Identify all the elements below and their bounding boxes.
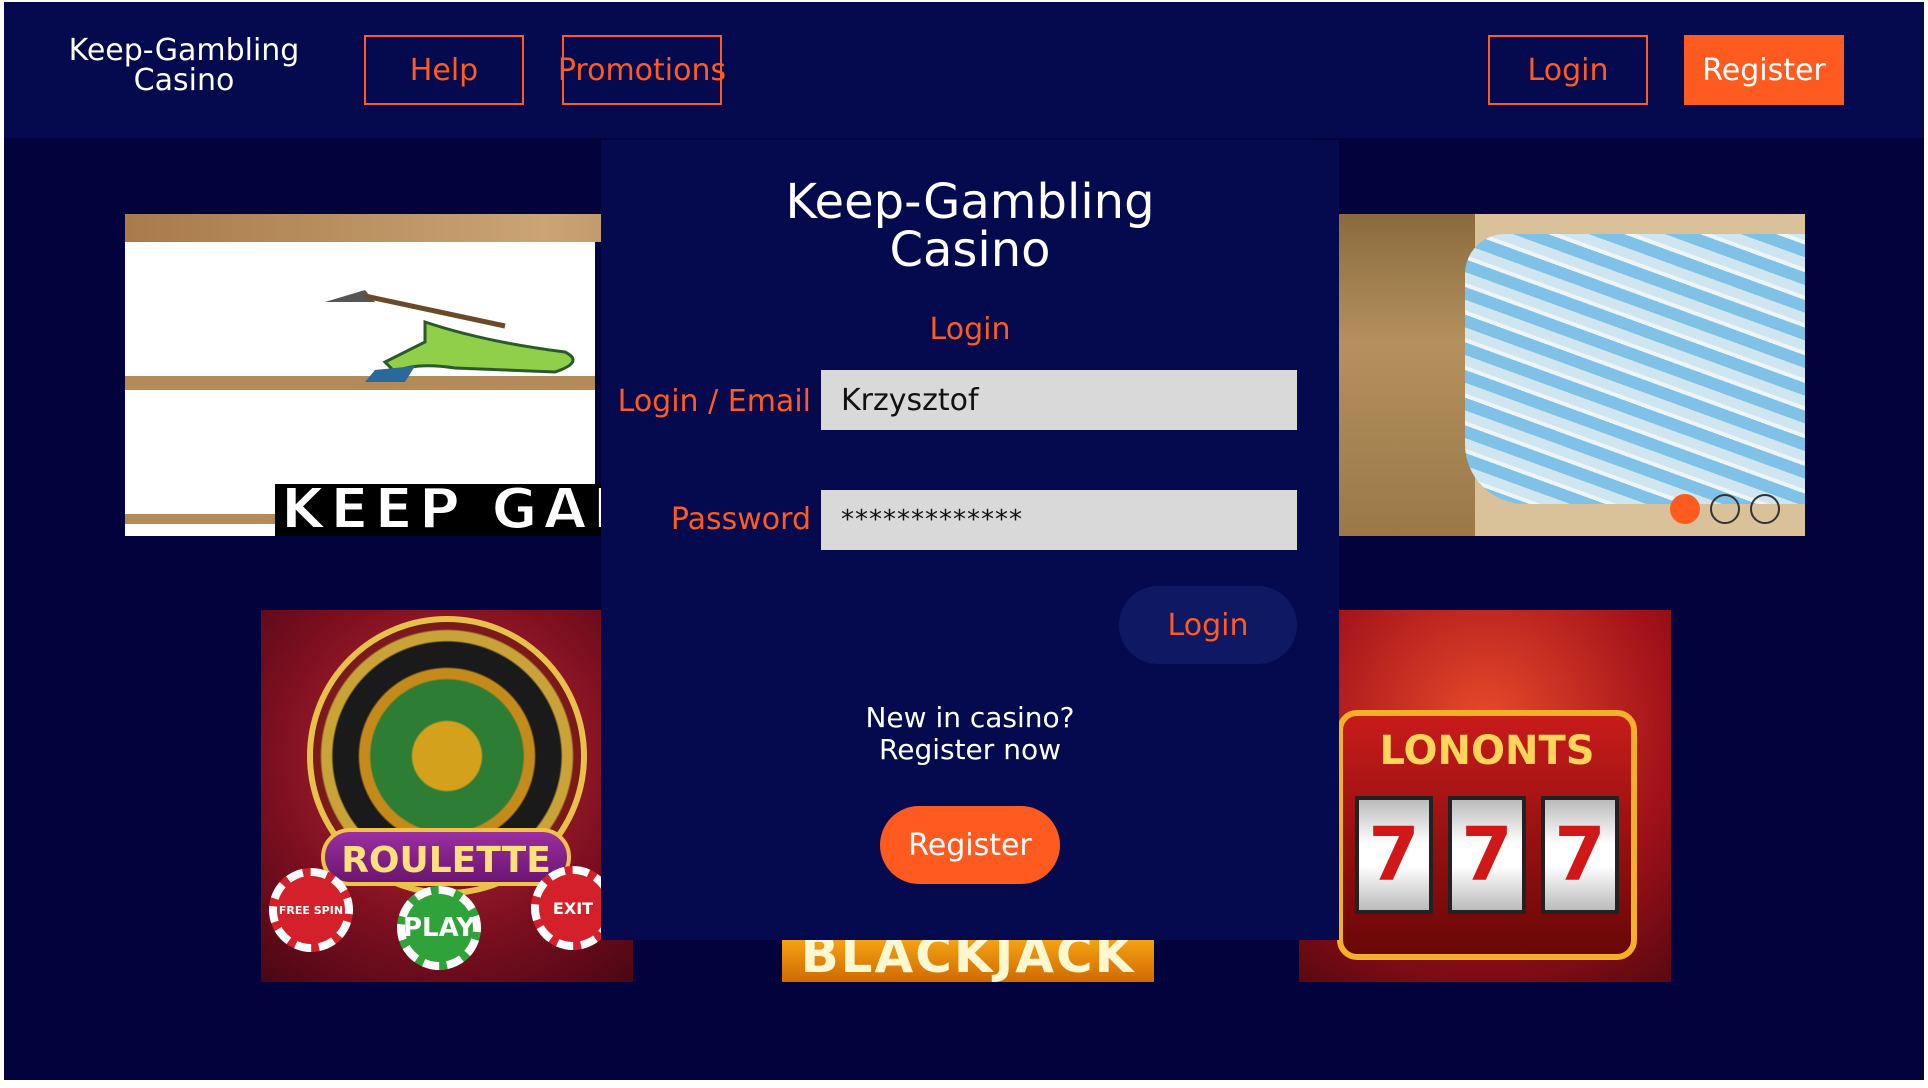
roulette-label: ROULETTE: [321, 828, 571, 886]
slot-reel: 7: [1448, 796, 1526, 914]
carousel-dot-3[interactable]: [1750, 494, 1780, 524]
diamonds-illustration: [1465, 234, 1805, 504]
register-prompt: New in casino? Register now: [601, 702, 1339, 766]
roulette-tile[interactable]: ROULETTE FREE SPIN PLAY EXIT: [261, 610, 633, 982]
slot-reel: 7: [1355, 796, 1433, 914]
help-button[interactable]: Help: [364, 35, 524, 105]
logo-line2: Casino: [133, 63, 235, 98]
modal-subtitle: Login: [929, 312, 1011, 347]
password-field[interactable]: *************: [821, 490, 1297, 550]
carousel-dot-2[interactable]: [1710, 494, 1740, 524]
login-modal: Keep-Gambling Casino Login Login / Email…: [601, 140, 1339, 940]
email-field[interactable]: Krzysztof: [821, 370, 1297, 430]
modal-title-line1: Keep-Gambling: [785, 174, 1155, 230]
app-frame: Keep-Gambling Casino Help Promotions Log…: [4, 2, 1924, 1080]
password-label: Password: [670, 502, 811, 537]
slot-reel: 7: [1541, 796, 1619, 914]
logo-line1: Keep-Gambling: [68, 33, 300, 68]
carousel-dots: [1670, 494, 1780, 524]
register-prompt-line2: Register now: [879, 733, 1061, 766]
register-prompt-line1: New in casino?: [865, 701, 1075, 734]
slots-tile[interactable]: LONONTS 7 7 7: [1299, 610, 1671, 982]
promotions-button[interactable]: Promotions: [558, 35, 726, 105]
modal-title-line2: Casino: [889, 222, 1051, 278]
login-submit-button[interactable]: Login: [1119, 586, 1297, 664]
carousel-dot-1[interactable]: [1670, 494, 1700, 524]
top-header: Keep-Gambling Casino Help Promotions Log…: [4, 2, 1924, 138]
play-chip: PLAY: [397, 886, 481, 970]
miner-illustration: [325, 290, 575, 382]
email-label: Login / Email: [617, 384, 811, 419]
site-logo[interactable]: Keep-Gambling Casino: [64, 36, 304, 96]
slots-label: LONONTS: [1379, 728, 1595, 774]
modal-title: Keep-Gambling Casino: [601, 178, 1339, 274]
header-register-button[interactable]: Register: [1684, 35, 1844, 105]
slot-machine-image: LONONTS 7 7 7: [1337, 710, 1637, 960]
header-login-button[interactable]: Login: [1488, 35, 1648, 105]
free-spin-chip: FREE SPIN: [269, 868, 353, 952]
modal-register-button[interactable]: Register: [880, 806, 1060, 884]
